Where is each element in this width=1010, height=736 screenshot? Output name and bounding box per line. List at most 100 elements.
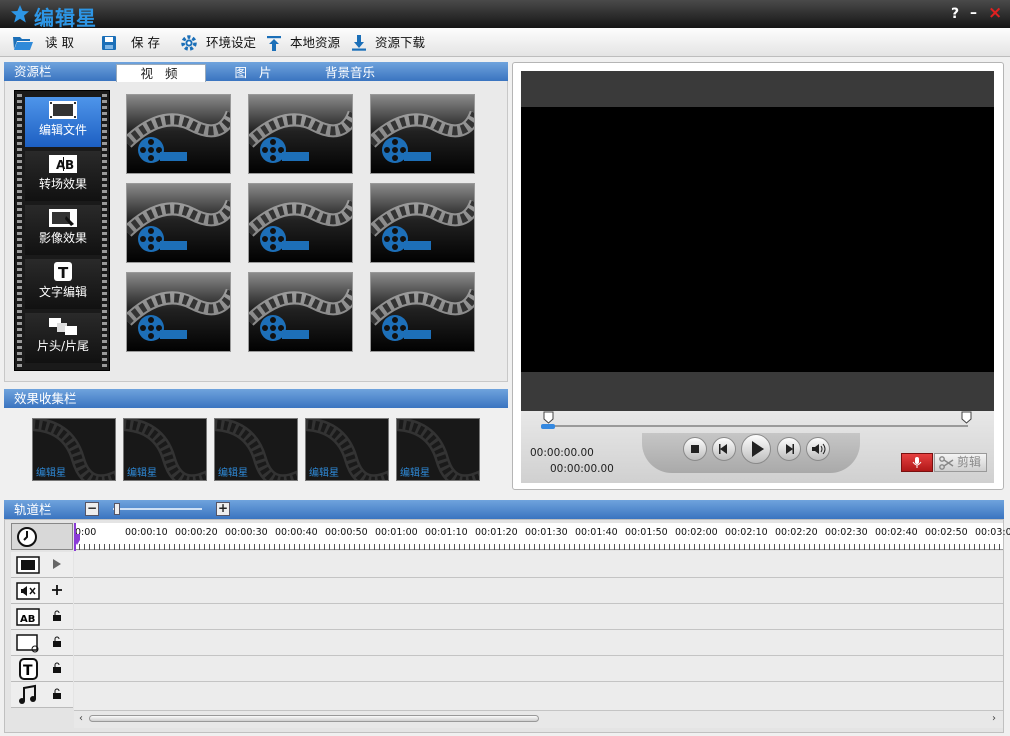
zoom-in-button[interactable]: + <box>216 502 230 516</box>
video-thumbnail[interactable] <box>370 272 475 352</box>
video-thumbnail[interactable] <box>126 183 231 263</box>
ruler-label: 00:02:50 <box>925 527 968 538</box>
save-label: 保 存 <box>131 35 160 50</box>
video-thumbnail[interactable] <box>370 94 475 174</box>
record-voice-button[interactable] <box>901 453 933 472</box>
volume-button[interactable] <box>806 437 830 461</box>
category-filmstrip: 编辑文件 AB 转场效果 影像效果 T 文字编辑 片头/片尾 <box>14 90 110 371</box>
tab-music[interactable]: 背景音乐 <box>300 64 400 82</box>
video-thumbnail[interactable] <box>126 94 231 174</box>
play-button[interactable] <box>741 434 771 464</box>
effect-item[interactable]: 编辑星 <box>32 418 116 481</box>
download-arrow-icon <box>352 35 366 51</box>
plus-icon[interactable] <box>50 583 64 597</box>
zoom-out-button[interactable]: − <box>85 502 99 516</box>
scroll-right-icon[interactable]: › <box>992 713 996 724</box>
effect-item[interactable]: 编辑星 <box>123 418 207 481</box>
scroll-left-icon[interactable]: ‹ <box>79 713 83 724</box>
effect-track-icon <box>16 634 39 653</box>
svg-text:T: T <box>58 264 69 282</box>
track-canvas[interactable] <box>74 551 1003 710</box>
clock-icon <box>17 527 37 547</box>
category-intro-outro[interactable]: 片头/片尾 <box>25 313 101 363</box>
gear-icon <box>181 35 197 51</box>
tab-video[interactable]: 视 频 <box>116 64 206 82</box>
zoom-slider-thumb[interactable] <box>114 503 120 515</box>
category-label: 编辑文件 <box>38 123 87 137</box>
video-thumbnail[interactable] <box>248 94 353 174</box>
category-transition[interactable]: AB 转场效果 <box>25 151 101 201</box>
minimize-button[interactable]: – <box>970 5 977 21</box>
track-title: 轨道栏 <box>14 502 52 517</box>
preview-video <box>521 107 994 372</box>
scrollbar-thumb[interactable] <box>89 715 539 722</box>
download-resource-button[interactable]: 资源下载 <box>350 33 430 53</box>
close-button[interactable]: × <box>988 3 1002 23</box>
text-track-icon: T <box>19 658 38 680</box>
svg-text:AB: AB <box>20 614 35 625</box>
track-header-row: T <box>11 656 73 682</box>
effect-item[interactable]: 编辑星 <box>214 418 298 481</box>
effect-label: 编辑星 <box>127 468 157 479</box>
prev-frame-button[interactable] <box>712 437 736 461</box>
out-marker-icon[interactable] <box>961 411 972 424</box>
effects-header: 效果收集栏 <box>4 389 508 408</box>
video-thumbnail[interactable] <box>370 183 475 263</box>
ruler-label: 00:02:40 <box>875 527 918 538</box>
ruler-label: 00:01:50 <box>625 527 668 538</box>
ruler-label: 00:00:30 <box>225 527 268 538</box>
lock-icon[interactable] <box>50 635 64 649</box>
music-track-icon <box>19 684 36 704</box>
help-button[interactable]: ? <box>951 6 959 22</box>
in-marker-icon[interactable] <box>543 411 554 424</box>
film-reel-icon <box>127 95 230 173</box>
next-frame-button[interactable] <box>777 437 801 461</box>
video-thumbnail[interactable] <box>248 272 353 352</box>
category-image-effect[interactable]: 影像效果 <box>25 205 101 255</box>
film-reel-icon <box>249 95 352 173</box>
upload-arrow-icon <box>267 36 281 51</box>
ruler-label: 00:01:00 <box>375 527 418 538</box>
tab-images[interactable]: 图 片 <box>210 64 300 82</box>
open-button[interactable]: 读 取 <box>12 33 92 53</box>
mute-audio-icon <box>16 582 40 600</box>
clip-button[interactable]: 剪辑 <box>934 453 987 472</box>
ruler-label: 00:00:10 <box>125 527 168 538</box>
effects-title: 效果收集栏 <box>14 391 77 406</box>
ruler-label: 00:00:50 <box>325 527 368 538</box>
category-text-edit[interactable]: T 文字编辑 <box>25 259 101 309</box>
effect-item[interactable]: 编辑星 <box>396 418 480 481</box>
ruler-label: 00:00:40 <box>275 527 318 538</box>
track-header-row: AB <box>11 604 73 630</box>
settings-button[interactable]: 环境设定 <box>180 33 260 53</box>
video-thumbnail[interactable] <box>126 272 231 352</box>
save-button[interactable]: 保 存 <box>100 33 170 53</box>
video-track-icon <box>16 556 40 574</box>
effect-label: 编辑星 <box>400 468 430 479</box>
video-thumbnail[interactable] <box>248 183 353 263</box>
local-resource-button[interactable]: 本地资源 <box>265 33 345 53</box>
film-perforation <box>102 91 107 370</box>
star-logo-icon <box>11 5 29 23</box>
lock-icon[interactable] <box>50 687 64 701</box>
download-resource-label: 资源下载 <box>375 35 426 50</box>
time-total: 00:00:00.00 <box>550 463 614 475</box>
stop-button[interactable] <box>683 437 707 461</box>
local-resource-label: 本地资源 <box>290 35 341 50</box>
lock-icon[interactable] <box>50 609 64 623</box>
resource-title: 资源栏 <box>14 64 52 79</box>
playhead-marker-icon[interactable] <box>72 534 82 546</box>
effect-item[interactable]: 编辑星 <box>305 418 389 481</box>
film-reel-icon <box>127 184 230 262</box>
lock-icon[interactable] <box>50 661 64 675</box>
title-bar <box>0 0 1010 28</box>
speaker-icon <box>812 443 826 455</box>
seek-track[interactable] <box>545 425 968 427</box>
category-edit-file[interactable]: 编辑文件 <box>25 97 101 147</box>
zoom-slider[interactable] <box>113 508 202 510</box>
play-icon[interactable] <box>50 557 64 571</box>
film-icon <box>49 101 77 119</box>
scissors-icon <box>939 456 954 470</box>
seek-progress <box>541 424 555 429</box>
intro-outro-icon <box>49 318 77 335</box>
